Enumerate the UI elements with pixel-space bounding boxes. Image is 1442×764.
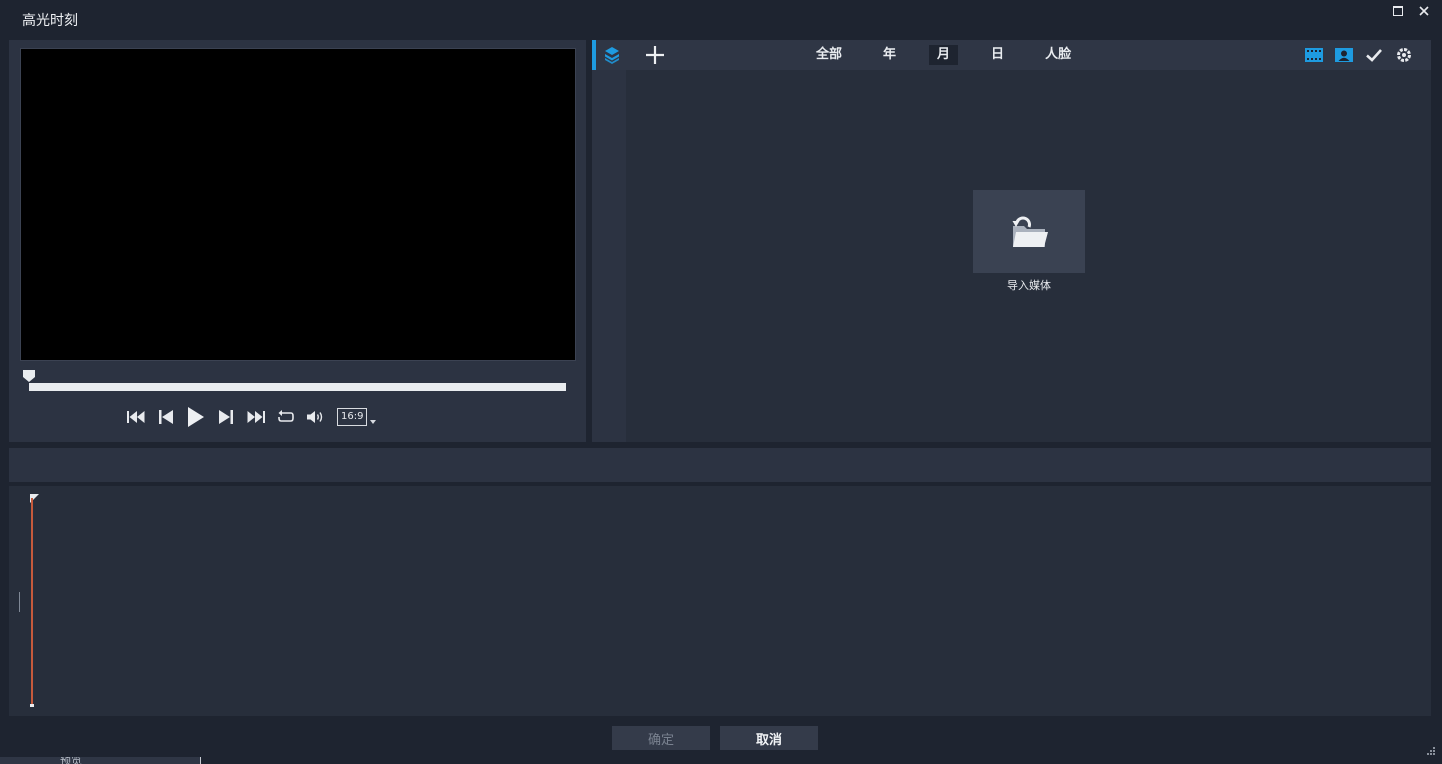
import-media-button[interactable] xyxy=(973,190,1085,273)
background-window-strip: 预览 xyxy=(0,757,201,764)
previous-frame-icon xyxy=(159,410,173,424)
scrub-bar[interactable] xyxy=(29,383,566,391)
maximize-icon xyxy=(1393,6,1403,16)
next-frame-icon xyxy=(219,410,233,424)
next-frame-button[interactable] xyxy=(211,404,241,430)
repeat-button[interactable] xyxy=(271,404,301,430)
playhead-end xyxy=(30,704,34,707)
cancel-button[interactable]: 取消 xyxy=(720,726,818,750)
filter-tab-month[interactable]: 月 xyxy=(929,45,959,65)
timeline-scroll-indicator[interactable] xyxy=(19,592,20,612)
background-window-text: 预览 xyxy=(60,757,82,764)
playhead-line[interactable] xyxy=(31,498,33,706)
film-strip-view-button[interactable] xyxy=(1304,45,1324,65)
repeat-icon xyxy=(278,410,294,422)
face-card-icon xyxy=(1335,48,1353,62)
window-title: 高光时刻 xyxy=(22,13,78,29)
volume-button[interactable] xyxy=(301,404,331,430)
play-icon xyxy=(188,407,204,427)
resize-grip-icon[interactable] xyxy=(1424,744,1436,756)
chevron-down-icon xyxy=(370,420,377,424)
face-view-button[interactable] xyxy=(1334,45,1354,65)
timeline-header xyxy=(9,448,1431,482)
skip-to-end-button[interactable] xyxy=(241,404,271,430)
aspect-ratio-dropdown[interactable]: 16:9 xyxy=(337,408,377,426)
highlight-moments-window: 高光时刻 16:9 全部 年 月 日 人脸 导入媒体 确定 取消 预览 xyxy=(0,0,1442,764)
volume-icon xyxy=(307,411,323,423)
library-sidebar xyxy=(592,70,626,442)
time-filter-tabs: 全部 年 月 日 人脸 xyxy=(808,45,1104,65)
skip-to-end-icon xyxy=(247,411,265,423)
previous-frame-button[interactable] xyxy=(151,404,181,430)
library-panel: 全部 年 月 日 人脸 导入媒体 xyxy=(592,40,1431,442)
video-preview[interactable] xyxy=(20,48,576,361)
skip-to-start-icon xyxy=(127,411,145,423)
play-button[interactable] xyxy=(181,404,211,430)
active-accent-bar xyxy=(592,40,596,70)
scrub-handle[interactable] xyxy=(23,370,35,382)
view-options xyxy=(1304,45,1424,65)
timeline-area[interactable] xyxy=(9,486,1431,716)
playback-controls: 16:9 xyxy=(121,404,377,430)
checkmark-icon xyxy=(1366,49,1382,62)
add-icon[interactable] xyxy=(644,44,666,66)
film-strip-icon xyxy=(1305,48,1323,62)
settings-button[interactable] xyxy=(1394,45,1414,65)
title-bar: 高光时刻 xyxy=(0,0,1442,38)
filter-tab-face[interactable]: 人脸 xyxy=(1037,45,1079,65)
close-icon xyxy=(1419,6,1429,16)
filter-tab-day[interactable]: 日 xyxy=(983,45,1012,65)
media-stack-icon[interactable] xyxy=(602,45,622,65)
settings-icon xyxy=(1397,48,1411,62)
maximize-button[interactable] xyxy=(1388,2,1408,20)
filter-tab-all[interactable]: 全部 xyxy=(808,45,850,65)
filter-tab-year[interactable]: 年 xyxy=(875,45,904,65)
ok-button[interactable]: 确定 xyxy=(612,726,710,750)
close-button[interactable] xyxy=(1414,2,1434,20)
preview-panel: 16:9 xyxy=(9,40,586,442)
skip-to-start-button[interactable] xyxy=(121,404,151,430)
import-folder-icon xyxy=(1012,216,1048,247)
library-toolbar: 全部 年 月 日 人脸 xyxy=(592,40,1431,70)
select-button[interactable] xyxy=(1364,45,1384,65)
aspect-ratio-value: 16:9 xyxy=(337,408,368,426)
import-media-label: 导入媒体 xyxy=(1007,279,1051,292)
